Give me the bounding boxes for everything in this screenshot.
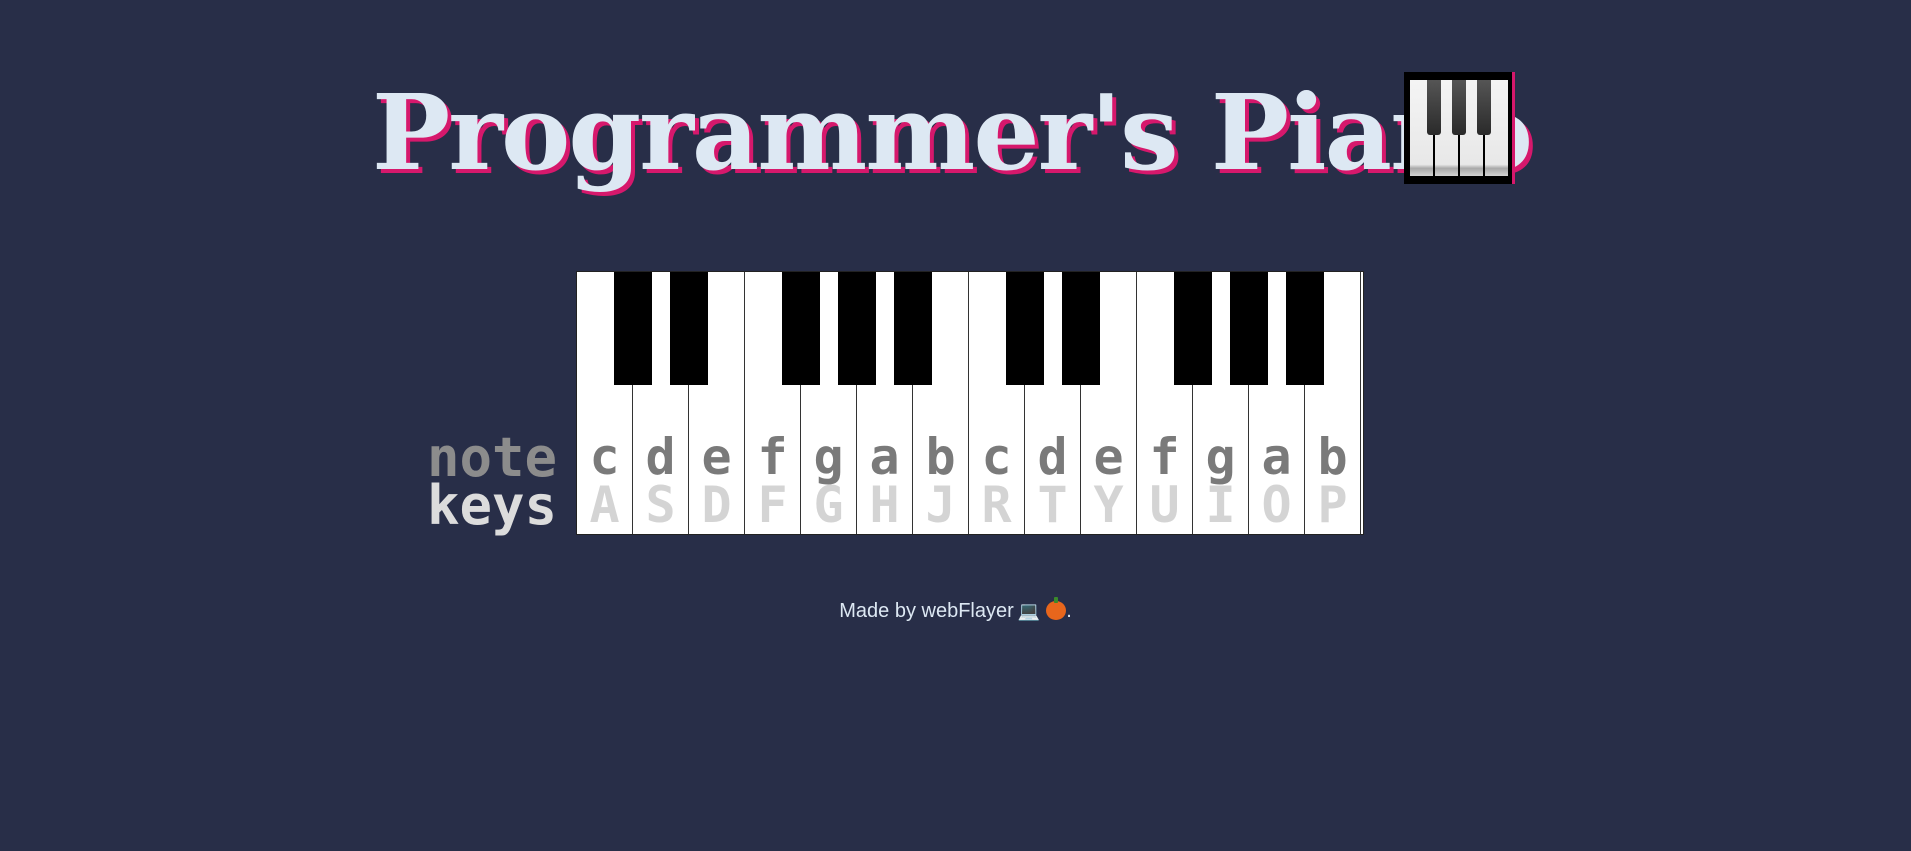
piano-keyboard: cAdSeDfFgGaHbJcRdTeYfUgIaObP — [576, 271, 1364, 535]
jack-o-lantern-icon — [1046, 597, 1067, 620]
note-label: b — [925, 428, 956, 486]
keyboard-key-label: D — [701, 476, 732, 534]
keyboard-key-label: R — [981, 476, 1012, 534]
black-key[interactable] — [838, 272, 876, 385]
note-label: e — [1093, 428, 1124, 486]
note-label: a — [1261, 428, 1292, 486]
black-key[interactable] — [1286, 272, 1324, 385]
note-label: g — [1205, 428, 1236, 486]
keyboard-key-label: G — [813, 476, 844, 534]
note-label: c — [981, 428, 1012, 486]
keyboard-key-label: J — [925, 476, 956, 534]
footer-credit: Made by webFlayer — [839, 600, 1014, 622]
laptop-icon: 💻 — [1017, 601, 1041, 621]
note-label: e — [701, 428, 732, 486]
black-key[interactable] — [1062, 272, 1100, 385]
note-label: f — [1149, 428, 1180, 486]
keyboard-key-label: F — [757, 476, 788, 534]
page-header: Programmer's Piano — [372, 68, 1533, 198]
keyboard-key-label: U — [1149, 476, 1180, 534]
note-label: d — [1037, 428, 1068, 486]
black-key[interactable] — [614, 272, 652, 385]
keyboard-key-label: H — [869, 476, 900, 534]
keyboard-key-label: P — [1317, 476, 1348, 534]
note-label: d — [645, 428, 676, 486]
keyboard-key-label: I — [1205, 476, 1236, 534]
piano-keys-icon — [1404, 72, 1512, 184]
note-label: a — [869, 428, 900, 486]
black-key[interactable] — [894, 272, 932, 385]
footer: Made by webFlayer 💻. — [0, 597, 1911, 623]
note-label: g — [813, 428, 844, 486]
black-key[interactable] — [1174, 272, 1212, 385]
keyboard-key-label: S — [645, 476, 676, 534]
keyboard-key-label: A — [589, 476, 620, 534]
keyboard-key-label: T — [1037, 476, 1068, 534]
footer-suffix: . — [1066, 600, 1072, 622]
page-title: Programmer's Piano — [372, 71, 1533, 194]
keyboard-key-label: Y — [1093, 476, 1124, 534]
black-key[interactable] — [1230, 272, 1268, 385]
note-label: b — [1317, 428, 1348, 486]
note-label: c — [589, 428, 620, 486]
black-key[interactable] — [1006, 272, 1044, 385]
note-label: f — [757, 428, 788, 486]
black-key[interactable] — [782, 272, 820, 385]
black-key[interactable] — [670, 272, 708, 385]
legend-keys-label: keys — [427, 474, 558, 537]
keyboard-key-label: O — [1261, 476, 1292, 534]
